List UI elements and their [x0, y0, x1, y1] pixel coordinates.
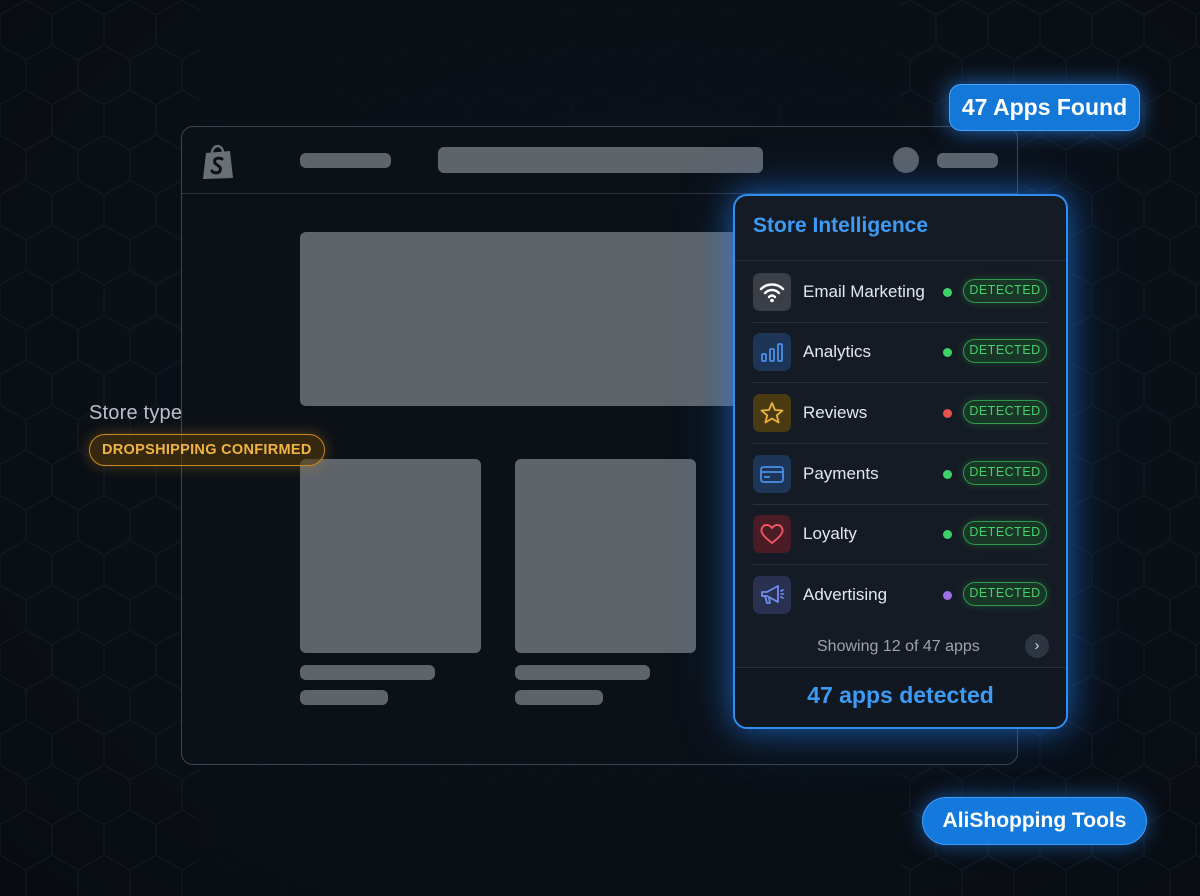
- product-price-placeholder: [300, 690, 388, 705]
- status-dot: [943, 470, 952, 479]
- app-row-reviews[interactable]: Reviews DETECTED: [753, 384, 1049, 444]
- detected-badge: DETECTED: [963, 279, 1047, 303]
- product-image-placeholder: [300, 459, 481, 653]
- megaphone-icon: [753, 576, 791, 614]
- next-page-button[interactable]: ›: [1025, 634, 1049, 658]
- apps-found-badge: 47 Apps Found: [949, 84, 1140, 131]
- divider: [735, 260, 1066, 261]
- nav-placeholder: [300, 153, 391, 168]
- app-name: Payments: [803, 464, 879, 483]
- shopify-bag-icon: [203, 144, 233, 179]
- store-type-label: Store type: [89, 402, 183, 424]
- heart-icon: [753, 515, 791, 553]
- detected-badge: DETECTED: [963, 582, 1047, 606]
- app-row-email-marketing[interactable]: Email Marketing DETECTED: [753, 263, 1049, 323]
- app-name: Analytics: [803, 342, 872, 361]
- credit-card-icon: [753, 455, 791, 493]
- product-price-placeholder: [515, 690, 603, 705]
- app-row-advertising[interactable]: Advertising DETECTED: [753, 566, 1049, 626]
- detected-badge: DETECTED: [963, 461, 1047, 485]
- detected-badge: DETECTED: [963, 400, 1047, 424]
- address-bar-placeholder: [438, 147, 763, 173]
- app-row-payments[interactable]: Payments DETECTED: [753, 445, 1049, 505]
- store-intelligence-panel: Store Intelligence Email Marketing DETEC…: [733, 194, 1068, 729]
- dropshipping-confirmed-badge: DROPSHIPPING CONFIRMED: [89, 434, 325, 466]
- avatar-placeholder: [893, 147, 919, 173]
- account-placeholder: [937, 153, 998, 168]
- status-dot: [943, 530, 952, 539]
- bar-chart-icon: [753, 333, 791, 371]
- app-name: Reviews: [803, 403, 868, 422]
- app-name: Advertising: [803, 585, 888, 604]
- status-dot: [943, 591, 952, 600]
- app-name: Loyalty: [803, 524, 857, 543]
- detected-badge: DETECTED: [963, 339, 1047, 363]
- showing-count-text: Showing 12 of 47 apps: [817, 638, 980, 655]
- browser-toolbar: [182, 127, 1017, 194]
- divider: [753, 443, 1049, 444]
- brand-badge: AliShopping Tools: [922, 797, 1147, 845]
- detected-badge: DETECTED: [963, 521, 1047, 545]
- app-row-loyalty[interactable]: Loyalty DETECTED: [753, 505, 1049, 565]
- apps-detected-total: 47 apps detected: [807, 682, 994, 708]
- star-icon: [753, 394, 791, 432]
- divider: [753, 564, 1049, 565]
- status-dot: [943, 409, 952, 418]
- status-dot: [943, 348, 952, 357]
- divider: [753, 382, 1049, 383]
- product-title-placeholder: [515, 665, 650, 680]
- panel-title: Store Intelligence: [753, 214, 929, 237]
- wifi-icon: [753, 273, 791, 311]
- product-title-placeholder: [300, 665, 435, 680]
- status-dot: [943, 288, 952, 297]
- app-name: Email Marketing: [803, 282, 925, 301]
- chevron-right-icon: ›: [1034, 637, 1040, 654]
- app-row-analytics[interactable]: Analytics DETECTED: [753, 323, 1049, 383]
- hero-banner-placeholder: [300, 232, 770, 406]
- product-image-placeholder: [515, 459, 696, 653]
- panel-footer: 47 apps detected: [735, 667, 1066, 727]
